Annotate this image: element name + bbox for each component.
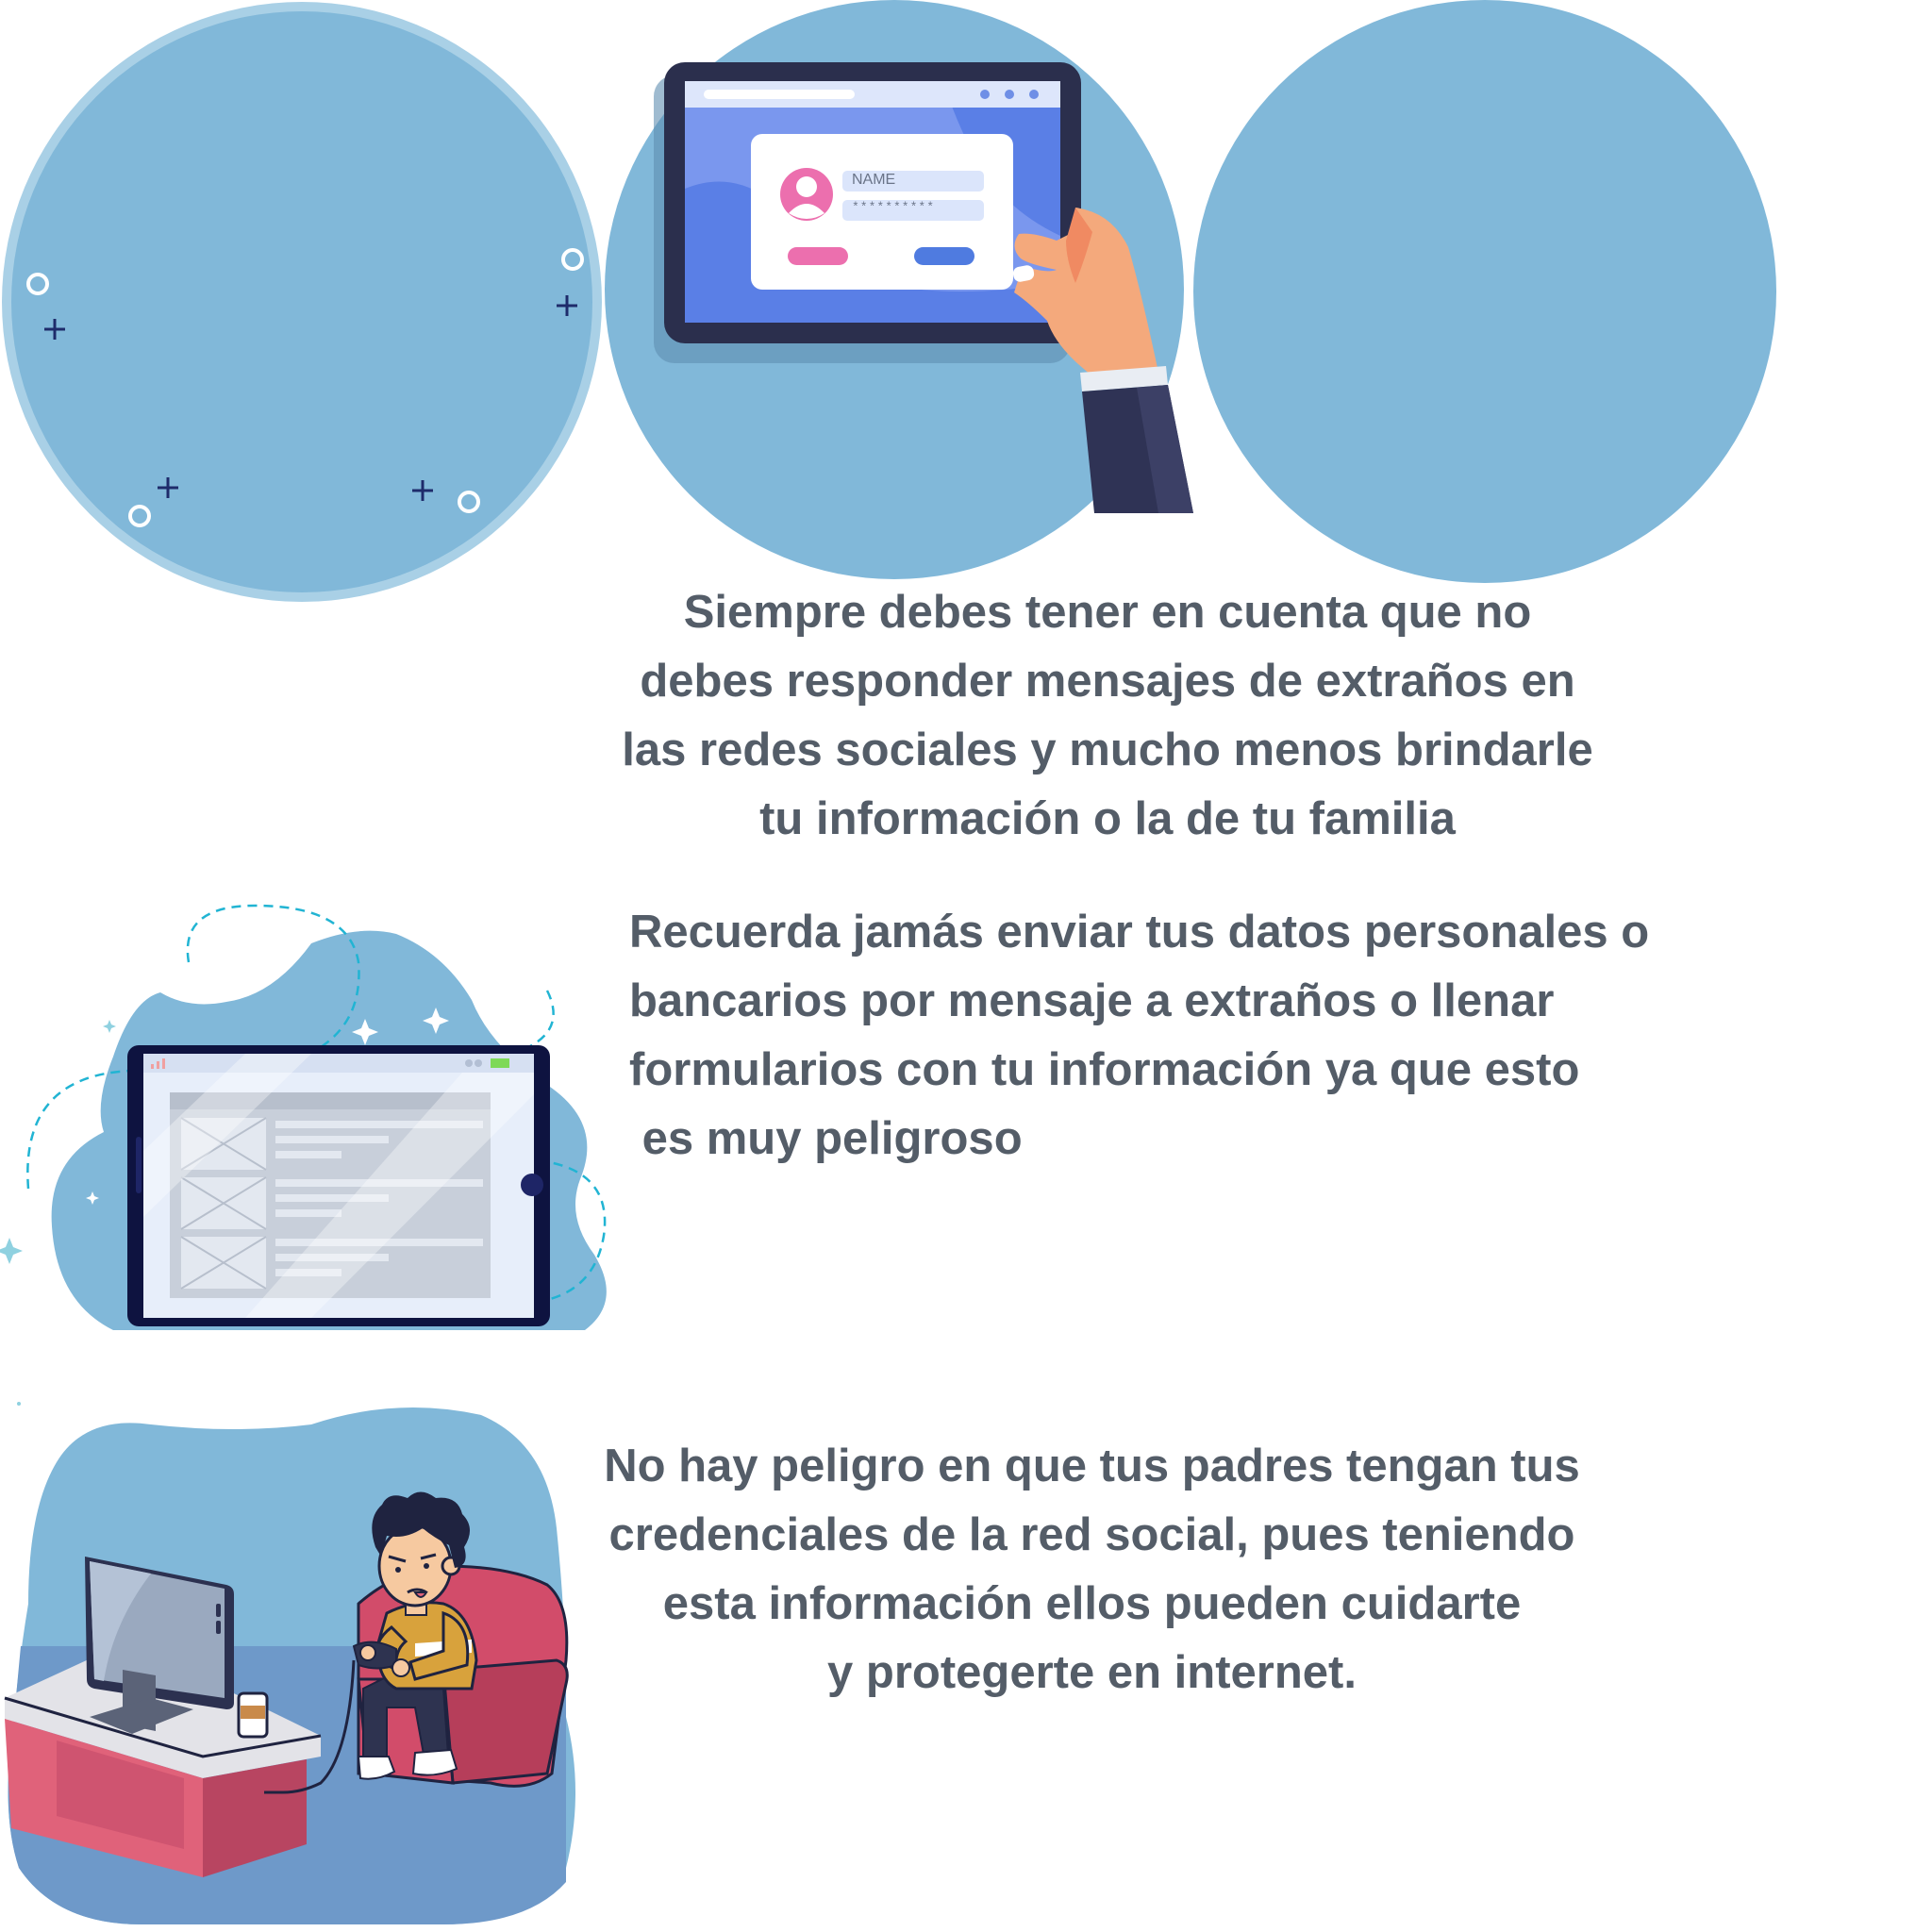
boy-gaming-illustration <box>4 1402 576 1924</box>
tablet-wireframe-illustration <box>0 904 623 1330</box>
paragraph-line: formularios con tu información ya que es… <box>629 1044 1580 1095</box>
paragraph-strangers-warning: Siempre debes tener en cuenta que no deb… <box>608 578 1607 854</box>
paragraph-line: Siempre debes tener en cuenta que no <box>683 587 1532 638</box>
paragraph-line: tu información o la de tu familia <box>759 793 1456 844</box>
decorative-circle-left <box>2 2 602 602</box>
paragraph-line: credenciales de la red social, pues teni… <box>608 1509 1575 1560</box>
cancel-pill <box>788 247 848 265</box>
paragraph-line: No hay peligro en que tus padres tengan … <box>604 1441 1580 1491</box>
paragraph-parents-credentials: No hay peligro en que tus padres tengan … <box>577 1432 1607 1707</box>
paragraph-line: esta información ellos pueden cuidarte <box>662 1578 1522 1629</box>
paragraph-line: Recuerda jamás enviar tus datos personal… <box>629 907 1650 958</box>
paragraph-line: las redes sociales y mucho menos brindar… <box>622 724 1593 775</box>
tablet-login-illustration: NAME ********** <box>604 0 1208 585</box>
paragraph-line: bancarios por mensaje a extraños o llena… <box>629 975 1555 1026</box>
paragraph-line: y protegerte en internet. <box>827 1647 1357 1698</box>
paragraph-line: es muy peligroso <box>629 1113 1023 1164</box>
paragraph-line: debes responder mensajes de extraños en <box>640 656 1575 707</box>
name-field-label: NAME <box>852 172 896 188</box>
home-button <box>521 1174 543 1196</box>
decorative-circle-right <box>1193 0 1776 583</box>
password-field-mask: ********** <box>852 200 936 214</box>
paragraph-personal-data-warning: Recuerda jamás enviar tus datos personal… <box>629 898 1695 1174</box>
login-pill <box>914 247 974 265</box>
